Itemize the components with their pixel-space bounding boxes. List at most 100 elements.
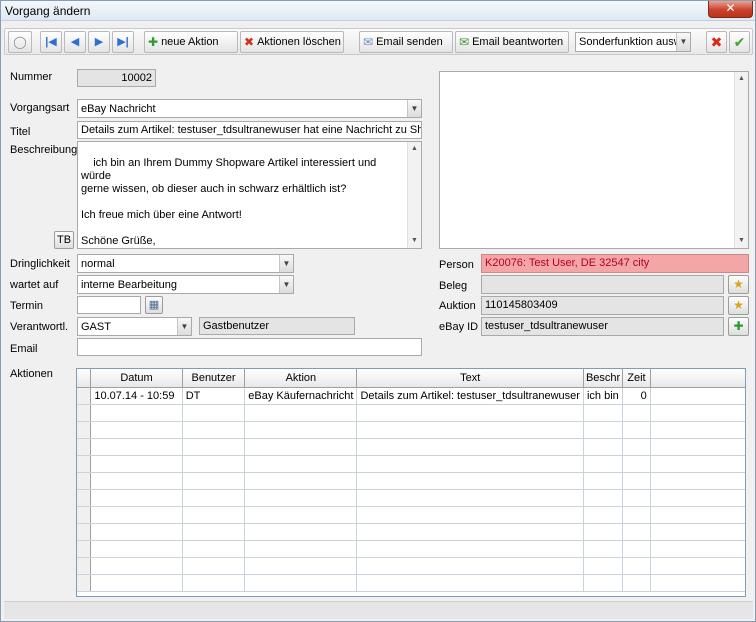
ebay-id-field: testuser_tdsultranewuser (481, 317, 724, 336)
empty-cell (182, 540, 246, 558)
beleg-field (481, 275, 724, 294)
row-indicator (77, 455, 92, 473)
cell-filler (650, 387, 745, 405)
sonderfunktion-select[interactable]: Sonderfunktion ausw ▼ (575, 32, 691, 52)
termin-input[interactable] (77, 296, 141, 314)
cell-datum[interactable]: 10.07.14 - 10:59 (90, 387, 183, 405)
add-document-icon: ✚ (733, 319, 744, 333)
scroll-up-icon[interactable]: ▲ (735, 72, 748, 86)
empty-cell (182, 455, 246, 473)
empty-cell (583, 472, 624, 490)
empty-cell (244, 540, 358, 558)
calendar-button[interactable]: ▦ (145, 296, 163, 314)
empty-cell (90, 404, 183, 422)
empty-cell (244, 472, 358, 490)
beschreibung-textarea[interactable]: ich bin an Ihrem Dummy Shopware Artikel … (77, 141, 422, 249)
titel-label: Titel (10, 126, 31, 138)
lightbulb-button[interactable]: ◯ (8, 31, 32, 53)
empty-cell (356, 455, 584, 473)
previous-record-button[interactable]: ◀ (64, 31, 86, 53)
empty-cell (182, 472, 246, 490)
titel-input[interactable]: Details zum Artikel: testuser_tdsultrane… (77, 121, 422, 139)
column-header-zeit[interactable]: Zeit (622, 369, 651, 388)
cell-benutzer[interactable]: DT (182, 387, 246, 405)
aktionen-loeschen-button[interactable]: ✖ Aktionen löschen (240, 31, 344, 53)
neue-aktion-button[interactable]: ✚ neue Aktion (144, 31, 238, 53)
empty-cell (650, 455, 745, 473)
ok-button[interactable]: ✔ (729, 31, 750, 53)
auktion-lookup-button[interactable]: ★ (728, 296, 749, 315)
chevron-down-icon[interactable]: ▼ (407, 100, 421, 117)
empty-cell (90, 540, 183, 558)
window-close-button[interactable]: ✕ (708, 1, 753, 18)
scroll-down-icon[interactable]: ▼ (408, 234, 421, 248)
column-header-benutzer[interactable]: Benutzer (182, 369, 246, 388)
tb-button[interactable]: TB (54, 231, 74, 249)
chevron-down-icon[interactable]: ▼ (177, 318, 191, 335)
empty-cell (622, 404, 651, 422)
empty-cell (583, 455, 624, 473)
column-header-beschr[interactable]: Beschr (583, 369, 624, 388)
scroll-up-icon[interactable]: ▲ (408, 142, 421, 156)
next-record-button[interactable]: ▶ (88, 31, 110, 53)
column-header-text[interactable]: Text (356, 369, 584, 388)
vorgangsart-select[interactable]: eBay Nachricht ▼ (77, 99, 422, 118)
empty-cell (182, 506, 246, 524)
cell-text[interactable]: Details zum Artikel: testuser_tdsultrane… (356, 387, 584, 405)
scroll-down-icon[interactable]: ▼ (735, 234, 748, 248)
cell-beschr[interactable]: ich bin (583, 387, 624, 405)
empty-cell (583, 506, 624, 524)
email-senden-button[interactable]: ✉ Email senden (359, 31, 453, 53)
column-header-filler (650, 369, 745, 388)
verantwortl-name-field: Gastbenutzer (199, 317, 355, 335)
dringlichkeit-select[interactable]: normal ▼ (77, 254, 294, 273)
chevron-down-icon[interactable]: ▼ (279, 276, 293, 293)
neue-aktion-label: neue Aktion (161, 36, 219, 48)
row-indicator (77, 421, 92, 439)
row-indicator (77, 506, 92, 524)
chevron-down-icon[interactable]: ▼ (279, 255, 293, 272)
cell-aktion[interactable]: eBay Käufernachricht (244, 387, 358, 405)
empty-table-row (77, 438, 745, 456)
status-bar (4, 601, 753, 619)
row-indicator[interactable] (77, 387, 92, 405)
beschreibung-scrollbar[interactable]: ▲ ▼ (407, 142, 421, 248)
empty-cell (182, 404, 246, 422)
person-field[interactable]: K20076: Test User, DE 32547 city (481, 254, 749, 273)
column-header-datum[interactable]: Datum (90, 369, 183, 388)
empty-table-row (77, 557, 745, 575)
auktion-label: Auktion (439, 300, 476, 312)
dringlichkeit-label: Dringlichkeit (10, 258, 70, 270)
ebay-id-add-button[interactable]: ✚ (728, 317, 749, 336)
table-row[interactable]: 10.07.14 - 10:59 DT eBay Käufernachricht… (77, 387, 745, 405)
beleg-lookup-button[interactable]: ★ (728, 275, 749, 294)
envelope-icon: ✉ (363, 35, 374, 49)
empty-cell (650, 506, 745, 524)
email-input[interactable] (77, 338, 422, 356)
empty-cell (356, 404, 584, 422)
aktionen-grid[interactable]: Datum Benutzer Aktion Text Beschr Zeit 1… (76, 368, 746, 597)
empty-cell (244, 523, 358, 541)
verantwortl-value: GAST (81, 321, 111, 333)
empty-cell (182, 523, 246, 541)
verantwortl-select[interactable]: GAST ▼ (77, 317, 192, 336)
wartet-auf-select[interactable]: interne Bearbeitung ▼ (77, 275, 294, 294)
empty-cell (356, 540, 584, 558)
empty-cell (622, 455, 651, 473)
cell-zeit[interactable]: 0 (622, 387, 651, 405)
ebay-id-label: eBay ID (439, 321, 479, 333)
dringlichkeit-value: normal (81, 258, 115, 270)
column-header-aktion[interactable]: Aktion (244, 369, 358, 388)
preview-scrollbar[interactable]: ▲ ▼ (734, 72, 748, 248)
last-record-button[interactable]: ▶| (112, 31, 134, 53)
email-beantworten-button[interactable]: ✉ Email beantworten (455, 31, 569, 53)
reply-envelope-icon: ✉ (459, 35, 470, 49)
chevron-down-icon[interactable]: ▼ (676, 33, 690, 51)
verantwortl-label: Verantwortl. (10, 321, 69, 333)
first-record-button[interactable]: |◀ (40, 31, 62, 53)
cancel-button[interactable]: ✖ (706, 31, 727, 53)
empty-cell (90, 472, 183, 490)
empty-cell (356, 421, 584, 439)
beleg-label: Beleg (439, 280, 468, 292)
beschreibung-text: ich bin an Ihrem Dummy Shopware Artikel … (81, 157, 377, 247)
